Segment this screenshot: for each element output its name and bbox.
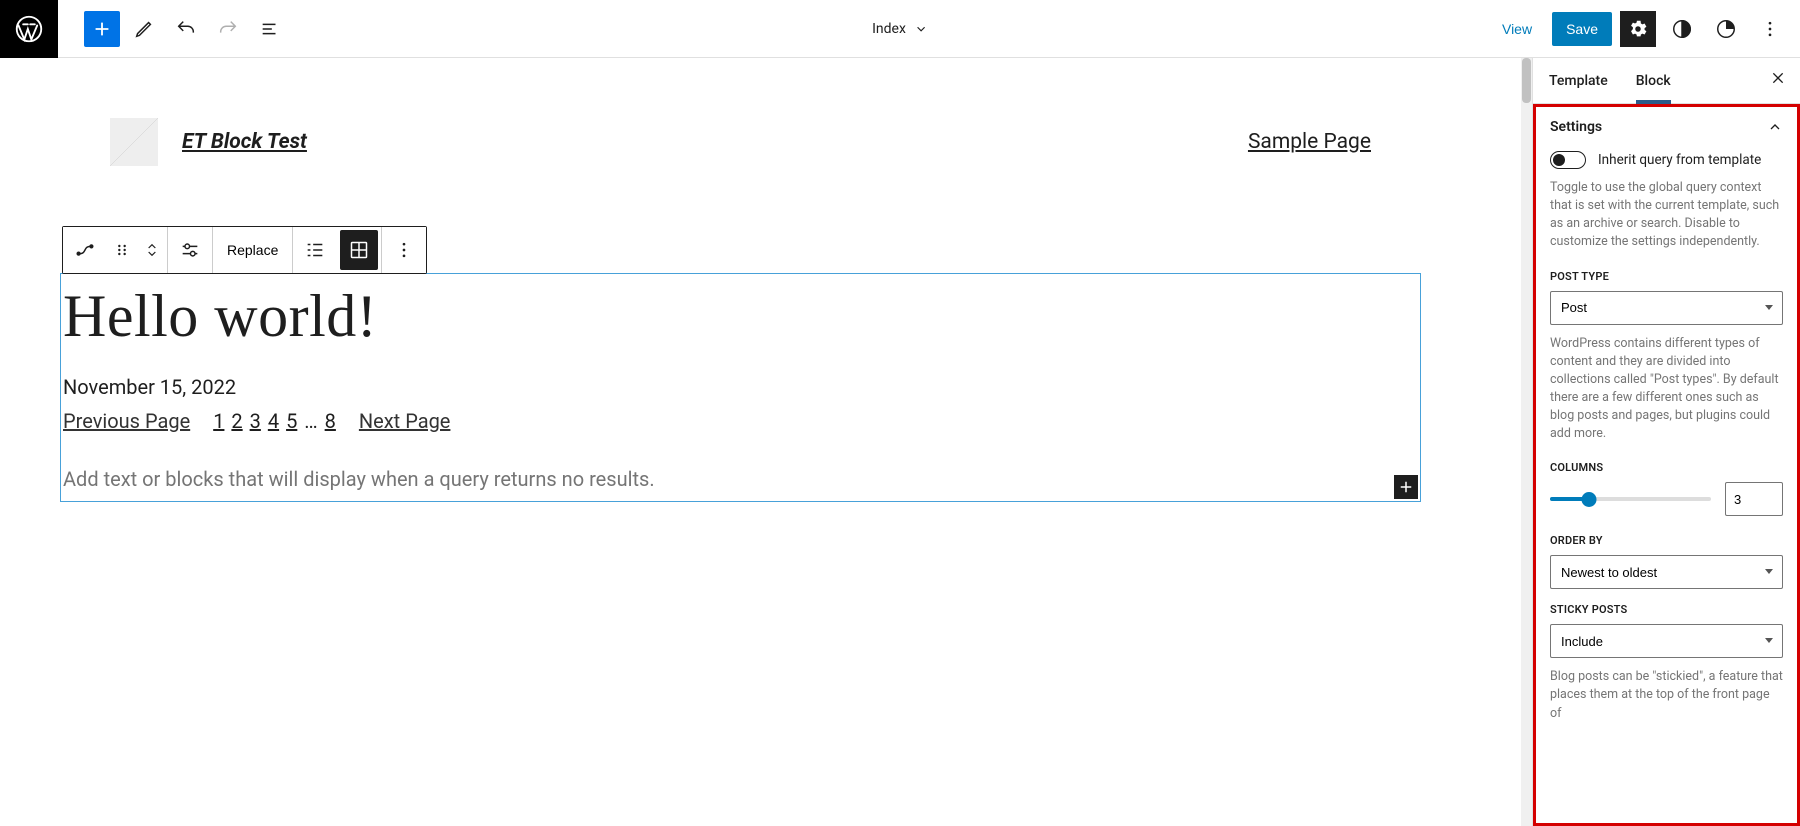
settings-panel-title: Settings [1550, 119, 1602, 135]
settings-panel-header[interactable]: Settings [1536, 107, 1797, 145]
editor-topbar: Index View Save [0, 0, 1800, 58]
inherit-query-label: Inherit query from template [1598, 152, 1761, 168]
save-button[interactable]: Save [1552, 12, 1612, 46]
editor-canvas[interactable]: ET Block Test Sample Page [0, 58, 1521, 826]
chevron-down-icon [914, 22, 928, 36]
inline-add-block-button[interactable] [1394, 475, 1418, 499]
nav-link-sample-page[interactable]: Sample Page [1248, 130, 1371, 154]
move-updown-button[interactable] [137, 227, 167, 273]
order-by-select[interactable]: Newest to oldest [1550, 555, 1783, 589]
pagination: Previous Page 1 2 3 4 5 … 8 Next Page [63, 409, 1420, 433]
status-button[interactable] [1708, 11, 1744, 47]
close-sidebar-button[interactable] [1770, 70, 1786, 86]
pagination-next[interactable]: Next Page [359, 409, 451, 433]
wordpress-logo[interactable] [0, 0, 58, 58]
settings-button[interactable] [1620, 11, 1656, 47]
site-title[interactable]: ET Block Test [182, 130, 307, 154]
post-type-label: POST TYPE [1550, 270, 1783, 283]
site-header: ET Block Test Sample Page [60, 118, 1421, 166]
block-toolbar: Replace [62, 226, 427, 274]
settings-sidebar: Template Block Settings Inherit query fr… [1532, 58, 1800, 826]
inherit-query-help: Toggle to use the global query context t… [1550, 179, 1783, 252]
site-logo-placeholder[interactable] [110, 118, 158, 166]
list-view-button[interactable] [252, 11, 288, 47]
no-results-placeholder[interactable]: Add text or blocks that will display whe… [63, 467, 1420, 491]
add-block-button[interactable] [84, 11, 120, 47]
post-title[interactable]: Hello world! [63, 282, 1420, 351]
list-layout-button[interactable] [293, 227, 337, 273]
sticky-posts-help: Blog posts can be "stickied", a feature … [1550, 668, 1783, 722]
block-more-button[interactable] [382, 227, 426, 273]
grid-layout-button[interactable] [340, 230, 378, 270]
undo-button[interactable] [168, 11, 204, 47]
redo-button[interactable] [210, 11, 246, 47]
columns-slider[interactable] [1550, 497, 1711, 501]
more-options-button[interactable] [1752, 11, 1788, 47]
chevron-up-icon [1767, 119, 1783, 135]
styles-button[interactable] [1664, 11, 1700, 47]
view-button[interactable]: View [1490, 13, 1544, 45]
tab-template[interactable]: Template [1549, 73, 1608, 89]
query-loop-block[interactable]: Hello world! November 15, 2022 Previous … [60, 273, 1421, 502]
pagination-numbers[interactable]: 1 2 3 4 5 … 8 [212, 409, 337, 433]
template-name: Index [872, 21, 906, 37]
edit-tool-button[interactable] [126, 11, 162, 47]
sticky-posts-label: STICKY POSTS [1550, 603, 1783, 616]
columns-label: COLUMNS [1550, 461, 1783, 474]
pagination-prev[interactable]: Previous Page [63, 409, 190, 433]
sticky-posts-select[interactable]: Include [1550, 624, 1783, 658]
document-title[interactable]: Index [872, 21, 928, 37]
columns-input[interactable] [1725, 482, 1783, 516]
replace-button[interactable]: Replace [213, 227, 292, 273]
inherit-query-toggle[interactable] [1550, 151, 1586, 169]
post-date[interactable]: November 15, 2022 [63, 375, 1420, 399]
drag-handle[interactable] [107, 227, 137, 273]
order-by-label: ORDER BY [1550, 534, 1783, 547]
alignment-button[interactable] [168, 227, 212, 273]
tab-block[interactable]: Block [1636, 73, 1671, 89]
scrollbar[interactable] [1521, 58, 1532, 826]
post-type-select[interactable]: Post [1550, 291, 1783, 325]
post-type-help: WordPress contains different types of co… [1550, 335, 1783, 444]
block-type-icon[interactable] [63, 227, 107, 273]
